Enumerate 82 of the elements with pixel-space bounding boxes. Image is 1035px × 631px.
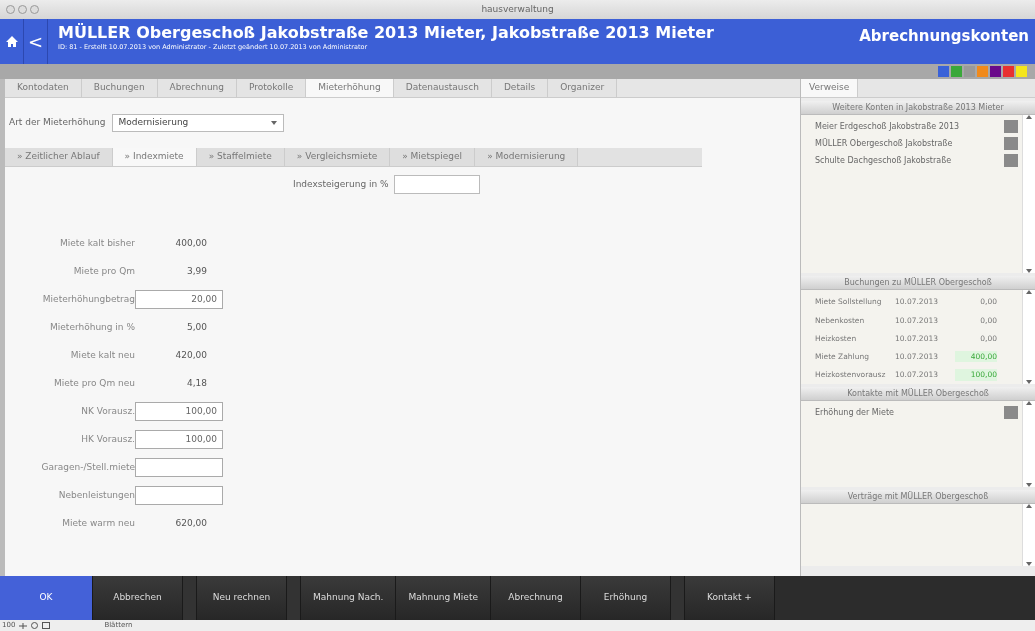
list-item[interactable]: Meier Erdgeschoß Jakobstraße 2013 (815, 120, 960, 133)
toolbar-button[interactable]: Mahnung Miete (396, 576, 491, 620)
field-value: 4,18 (185, 376, 208, 390)
field-label: Miete pro Qm (72, 264, 135, 278)
record-title: MÜLLER Obergeschoß Jakobstraße 2013 Mieter, Jakobstraße 2013 Mieter (58, 23, 715, 43)
input-field[interactable]: 100,00 (135, 402, 223, 421)
input-field[interactable] (393, 175, 480, 194)
color-swatch[interactable] (1003, 66, 1014, 77)
toolbar-button[interactable]: Abrechnung (491, 576, 581, 620)
tab[interactable]: Verweise (801, 79, 859, 97)
subtab[interactable]: » Zeitlicher Ablauf (5, 148, 113, 166)
field-label: NK Vorausz. (80, 404, 135, 418)
arrow-up-icon[interactable] (1026, 401, 1032, 405)
list-item[interactable]: Erhöhung der Miete (815, 406, 894, 419)
arrow-down-icon[interactable] (1026, 380, 1032, 384)
arrow-up-icon[interactable] (1026, 115, 1032, 119)
toolbar-button[interactable]: Kontakt + (685, 576, 775, 620)
field-label: Miete kalt bisher (58, 236, 135, 250)
field-label: Indexsteigerung in % (293, 177, 389, 191)
window-icon[interactable] (42, 622, 51, 629)
field-label: Nebenleistungen (57, 488, 135, 502)
color-swatch[interactable] (990, 66, 1001, 77)
section-header: Verträge mit MÜLLER Obergeschoß (801, 490, 1035, 504)
color-swatch[interactable] (938, 66, 949, 77)
input-field[interactable] (135, 486, 223, 505)
square-button[interactable] (1004, 120, 1018, 133)
square-button[interactable] (1004, 137, 1018, 150)
scrollbar[interactable] (1022, 401, 1035, 487)
input-field[interactable]: 100,00 (135, 430, 223, 449)
color-swatch[interactable] (977, 66, 988, 77)
input-field[interactable] (135, 458, 223, 477)
home-icon (5, 36, 18, 47)
toolbar-button[interactable]: OK (0, 576, 93, 620)
circle-icon[interactable] (31, 622, 39, 629)
module-title: Abrechnungskonten (859, 26, 1030, 47)
field-label: HK Vorausz. (80, 432, 135, 446)
field-value: 620,00 (174, 516, 208, 530)
section-header: Buchungen zu MÜLLER Obergeschoß (801, 276, 1035, 290)
section-header: Weitere Konten in Jakobstraße 2013 Mieter (801, 101, 1035, 115)
list-item[interactable]: Schulte Dachgeschoß Jakobstraße (815, 154, 952, 167)
toolbar-separator (183, 576, 197, 620)
toolbar-button[interactable]: Abbrechen (93, 576, 183, 620)
field-label: Garagen-/Stell.miete (40, 460, 135, 474)
list-item[interactable]: MÜLLER Obergeschoß Jakobstraße (815, 137, 953, 150)
field-value: 3,99 (185, 264, 208, 278)
toolbar-button[interactable]: Mahnung Nach. (301, 576, 397, 620)
field-value: 420,00 (174, 348, 208, 362)
input-field[interactable]: 20,00 (135, 290, 223, 309)
square-button[interactable] (1004, 406, 1018, 419)
arrow-down-icon[interactable] (1026, 562, 1032, 566)
field-label: Miete pro Qm neu (53, 376, 135, 390)
toolbar-button[interactable]: Erhöhung (581, 576, 671, 620)
caret-icon (270, 121, 277, 125)
field-label: Mieterhöhungbetrag (41, 292, 135, 306)
arrow-down-icon[interactable] (1026, 483, 1032, 487)
square-button[interactable] (1004, 154, 1018, 167)
zoom-icon[interactable] (19, 622, 28, 629)
subtab[interactable]: » Indexmiete (112, 148, 197, 166)
scrollbar[interactable] (1022, 290, 1035, 384)
toolbar-separator (287, 576, 301, 620)
subtab[interactable]: » Mietspiegel (390, 148, 476, 166)
tab[interactable]: Mieterhöhung (306, 79, 394, 97)
section-header: Kontakte mit MÜLLER Obergeschoß (801, 387, 1035, 401)
increase-type-select[interactable]: Modernisierung (111, 114, 284, 132)
subtab[interactable]: » Modernisierung (475, 148, 579, 166)
toolbar-button[interactable]: Neu rechnen (197, 576, 287, 620)
field-value: 400,00 (174, 236, 208, 250)
field-label: Mieterhöhung in % (49, 320, 135, 334)
scrollbar[interactable] (1022, 115, 1035, 273)
color-swatch[interactable] (1016, 66, 1027, 77)
subtab[interactable]: » Vergleichsmiete (284, 148, 391, 166)
color-swatch[interactable] (951, 66, 962, 77)
field-label: Miete warm neu (61, 516, 135, 530)
window-title: hausverwaltung (481, 3, 554, 14)
field-label: Art der Mieterhöhung (9, 116, 106, 130)
field-label: Miete kalt neu (69, 348, 135, 362)
arrow-up-icon[interactable] (1026, 290, 1032, 294)
arrow-up-icon[interactable] (1026, 504, 1032, 508)
subtab[interactable]: » Staffelmiete (196, 148, 285, 166)
scrollbar[interactable] (1022, 504, 1035, 566)
field-value: 5,00 (185, 320, 208, 334)
arrow-down-icon[interactable] (1026, 269, 1032, 273)
